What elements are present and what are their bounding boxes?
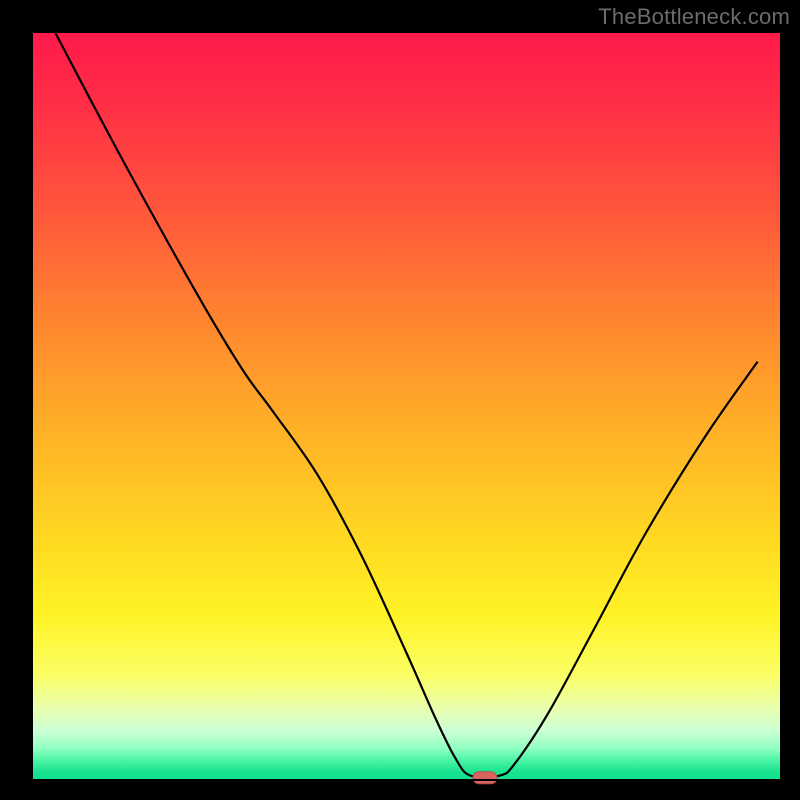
bottleneck-chart: [0, 0, 800, 800]
curve-minimum-marker: [473, 772, 497, 784]
chart-stage: TheBottleneck.com: [0, 0, 800, 800]
chart-gradient-background: [33, 33, 780, 780]
